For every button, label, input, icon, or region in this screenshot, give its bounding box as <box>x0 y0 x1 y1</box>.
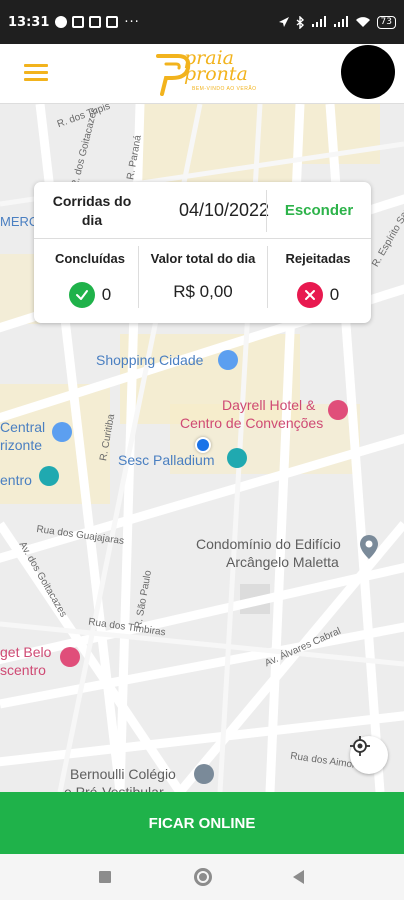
map-label-dayrell-1: Dayrell Hotel & <box>222 397 316 413</box>
menu-icon[interactable] <box>24 64 48 82</box>
gmail-icon <box>89 16 102 28</box>
hotel-icon <box>328 400 348 420</box>
stat-value-concluidas: 0 <box>101 285 112 304</box>
map-label-get-belo-2: scentro <box>0 662 46 678</box>
user-location-dot <box>195 437 211 453</box>
crosshair-icon <box>350 736 370 756</box>
app-header: praia pronta BEM-VINDO AO VERÃO <box>0 44 404 104</box>
shopping-cart-icon <box>52 422 72 442</box>
divider <box>34 238 371 239</box>
corridas-label: Corridas do dia <box>52 193 132 228</box>
place-pin-icon <box>360 535 378 559</box>
my-location-button[interactable] <box>350 736 388 774</box>
map-label-get-belo-1: get Belo <box>0 644 52 660</box>
check-circle-icon <box>68 282 95 308</box>
signal-icon <box>311 16 326 27</box>
map-label-bernoulli-2: e Pré-Vestibular <box>64 784 164 792</box>
back-icon[interactable] <box>293 870 304 884</box>
logo-tagline: BEM-VINDO AO VERÃO <box>192 86 257 92</box>
location-icon <box>278 17 289 27</box>
notification-icon <box>72 16 85 28</box>
close-circle-icon <box>296 282 323 308</box>
status-bar: 13:31 ··· 73 <box>0 0 404 44</box>
wifi-icon <box>355 17 370 27</box>
stat-label-concluidas: Concluídas <box>54 251 126 266</box>
stat-value-valor-total: R$ 0,00 <box>173 282 233 301</box>
logo-text: praia pronta <box>184 49 248 85</box>
stat-valor-total: R$ 0,00 <box>138 282 268 302</box>
map-label-dayrell-2: Centro de Convenções <box>180 415 324 431</box>
hide-button[interactable]: Esconder <box>267 202 371 219</box>
map-label-condominio-2: Arcângelo Maletta <box>226 554 339 570</box>
stat-rejeitadas: 0 <box>268 282 368 308</box>
map-label-central-2: rizonte <box>0 437 43 453</box>
map-label-sesc: Sesc Palladium <box>118 452 215 468</box>
signal-icon <box>333 16 348 27</box>
hotel-icon <box>60 647 80 667</box>
home-icon[interactable] <box>194 868 212 886</box>
system-nav-bar <box>0 854 404 900</box>
map-label-shopping: Shopping Cidade <box>96 352 204 368</box>
daily-summary-card: Corridas do dia 04/10/2022 Esconder Conc… <box>34 182 371 323</box>
status-time: 13:31 <box>8 14 50 30</box>
recents-icon[interactable] <box>99 871 111 883</box>
stat-label-rejeitadas: Rejeitadas <box>285 251 351 266</box>
system-icons: 73 <box>278 15 396 29</box>
bluetooth-icon <box>296 15 304 29</box>
notification-icon <box>55 16 68 28</box>
app-logo: praia pronta BEM-VINDO AO VERÃO <box>152 48 272 100</box>
landmark-icon <box>39 466 59 486</box>
avatar[interactable] <box>341 45 395 99</box>
stat-label-valor-total: Valor total do dia <box>150 251 256 266</box>
stat-value-rejeitadas: 0 <box>329 285 340 304</box>
map-label-bernoulli-1: Bernoulli Colégio <box>70 766 176 782</box>
logo-text-line2: pronta <box>184 63 248 85</box>
battery-icon: 73 <box>376 15 396 29</box>
stat-concluidas: 0 <box>42 282 138 308</box>
gmail-icon <box>106 16 119 28</box>
go-online-button[interactable]: FICAR ONLINE <box>0 792 404 854</box>
notification-icons <box>55 16 119 28</box>
shopping-bag-icon <box>218 350 238 370</box>
map-label-condominio-1: Condomínio do Edifício <box>196 536 341 552</box>
map-label-centro: entro <box>0 472 32 488</box>
more-notifications-icon: ··· <box>124 14 140 30</box>
map-label-merc: MERC <box>0 214 39 229</box>
map-label-central-1: Central <box>0 419 46 435</box>
school-icon <box>194 764 214 784</box>
theater-icon <box>227 448 247 468</box>
